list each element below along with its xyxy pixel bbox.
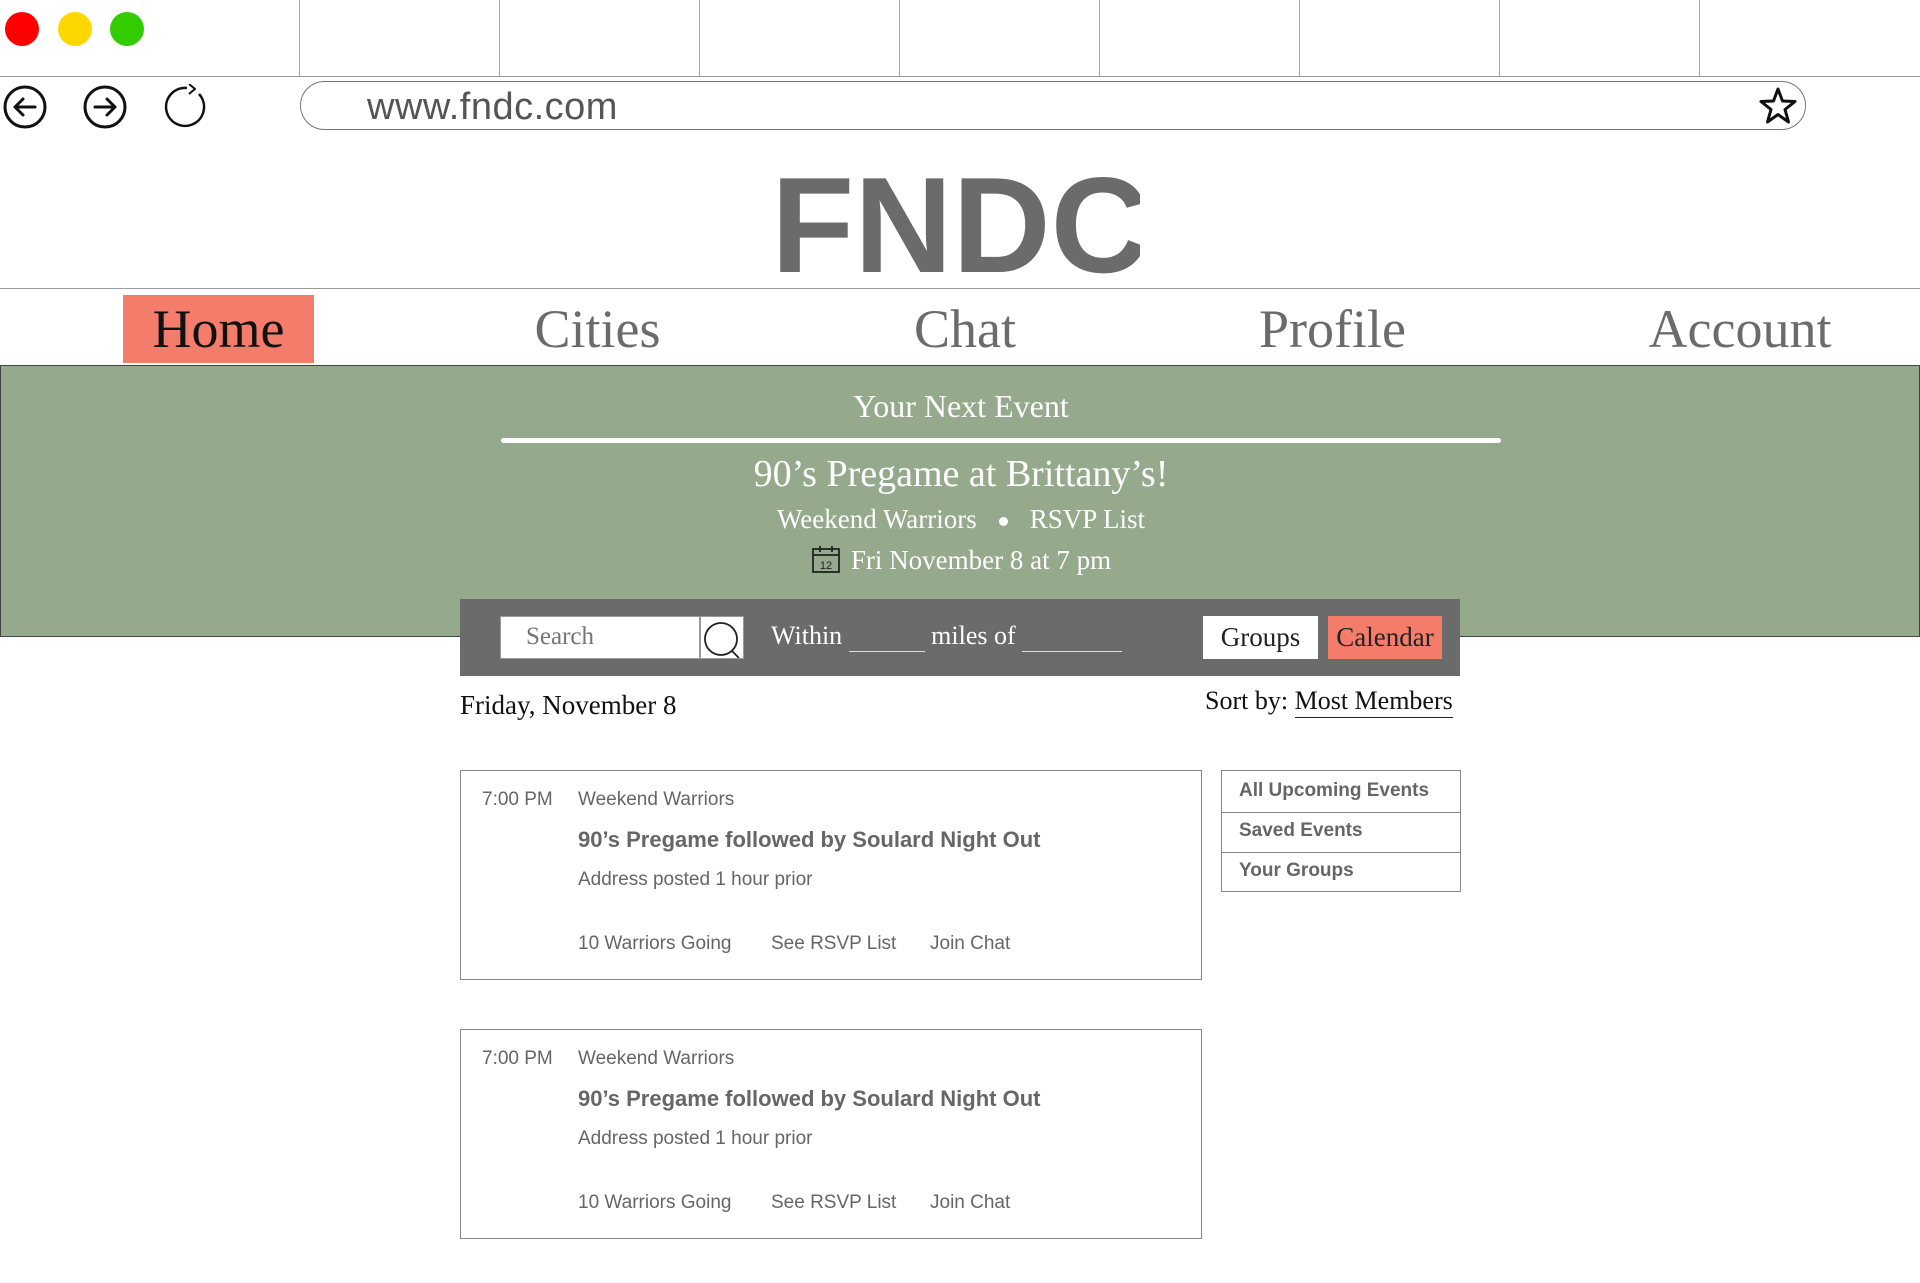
event-card[interactable]: 7:00 PM Weekend Warriors 90’s Pregame fo… — [460, 770, 1202, 980]
search-toolbar: Within miles of Groups Calendar — [460, 599, 1460, 676]
join-chat-link[interactable]: Join Chat — [930, 933, 1010, 955]
next-event-name[interactable]: 90’s Pregame at Brittany’s! — [1, 452, 1920, 496]
attendee-count-link[interactable]: 10 Warriors Going — [578, 1192, 731, 1214]
sort-dropdown[interactable]: Most Members — [1294, 686, 1453, 718]
tab-divider — [1099, 0, 1100, 76]
next-event-rsvp-link[interactable]: RSVP List — [1030, 504, 1145, 534]
distance-filter: Within miles of — [771, 621, 1123, 652]
nav-chat[interactable]: Chat — [880, 295, 1050, 363]
tab-divider — [499, 0, 500, 76]
groups-button[interactable]: Groups — [1203, 616, 1318, 659]
search-icon — [704, 622, 740, 659]
calendar-icon: 12 — [811, 546, 840, 573]
event-time: 7:00 PM — [482, 789, 553, 810]
minimize-window-button[interactable] — [58, 12, 92, 46]
event-title[interactable]: 90’s Pregame followed by Soulard Night O… — [578, 1086, 1040, 1112]
event-time: 7:00 PM — [482, 1048, 553, 1069]
header-divider — [0, 288, 1920, 289]
next-event-date-row: 12 Fri November 8 at 7 pm — [1, 544, 1920, 576]
bookmark-star-icon[interactable] — [1757, 85, 1799, 127]
see-rsvp-link[interactable]: See RSVP List — [771, 933, 896, 955]
menu-all-upcoming-events[interactable]: All Upcoming Events — [1222, 780, 1460, 802]
address-bar[interactable]: www.fndc.com — [300, 81, 1806, 130]
menu-saved-events[interactable]: Saved Events — [1222, 820, 1460, 842]
search-button[interactable] — [700, 616, 744, 659]
see-rsvp-link[interactable]: See RSVP List — [771, 1192, 896, 1214]
miles-input[interactable] — [848, 621, 925, 652]
event-address: Address posted 1 hour prior — [578, 869, 813, 890]
attendee-count-link[interactable]: 10 Warriors Going — [578, 933, 731, 955]
sort-control: Sort by: Most Members — [1205, 686, 1453, 718]
close-window-button[interactable] — [5, 12, 39, 46]
join-chat-link[interactable]: Join Chat — [930, 1192, 1010, 1214]
next-event-heading: Your Next Event — [853, 388, 1069, 424]
forward-arrow-icon[interactable] — [82, 84, 128, 130]
tab-divider — [1299, 0, 1300, 76]
maximize-window-button[interactable] — [110, 12, 144, 46]
browser-tab-strip — [0, 0, 1920, 77]
event-card[interactable]: 7:00 PM Weekend Warriors 90’s Pregame fo… — [460, 1029, 1202, 1239]
list-date-heading: Friday, November 8 — [460, 690, 677, 720]
search-input-wrapper — [500, 616, 700, 659]
url-text: www.fndc.com — [367, 86, 618, 128]
event-group[interactable]: Weekend Warriors — [578, 789, 734, 811]
banner-divider — [501, 438, 1501, 443]
nav-account[interactable]: Account — [1630, 295, 1850, 363]
bullet-separator — [998, 517, 1008, 527]
event-title[interactable]: 90’s Pregame followed by Soulard Night O… — [578, 827, 1040, 853]
tab-divider — [299, 0, 300, 76]
within-label: Within — [771, 621, 843, 650]
nav-home[interactable]: Home — [123, 295, 314, 363]
calendar-icon-day: 12 — [820, 560, 832, 572]
next-event-date: Fri November 8 at 7 pm — [850, 545, 1112, 575]
miles-of-label: miles of — [931, 621, 1016, 650]
menu-divider — [1222, 852, 1460, 853]
site-logo: FNDC FNDC — [780, 160, 1140, 280]
tab-divider — [899, 0, 900, 76]
sort-label: Sort by: — [1205, 686, 1289, 715]
back-arrow-icon[interactable] — [2, 84, 48, 130]
next-event-meta: Weekend Warriors RSVP List — [1, 504, 1920, 535]
tab-divider — [1699, 0, 1700, 76]
tab-divider — [1499, 0, 1500, 76]
nav-cities[interactable]: Cities — [505, 295, 690, 363]
menu-divider — [1222, 812, 1460, 813]
reload-icon[interactable] — [163, 84, 209, 130]
next-event-group-link[interactable]: Weekend Warriors — [777, 504, 977, 534]
next-event-banner: Your Next Event 90’s Pregame at Brittany… — [0, 365, 1920, 637]
calendar-button[interactable]: Calendar — [1328, 616, 1442, 659]
location-input[interactable] — [1022, 621, 1123, 652]
tab-divider — [699, 0, 700, 76]
event-filter-menu: All Upcoming Events Saved Events Your Gr… — [1221, 770, 1461, 892]
menu-your-groups[interactable]: Your Groups — [1222, 860, 1460, 882]
nav-profile[interactable]: Profile — [1240, 295, 1425, 363]
event-group[interactable]: Weekend Warriors — [578, 1048, 734, 1070]
event-address: Address posted 1 hour prior — [578, 1128, 813, 1149]
search-input[interactable] — [501, 617, 681, 657]
